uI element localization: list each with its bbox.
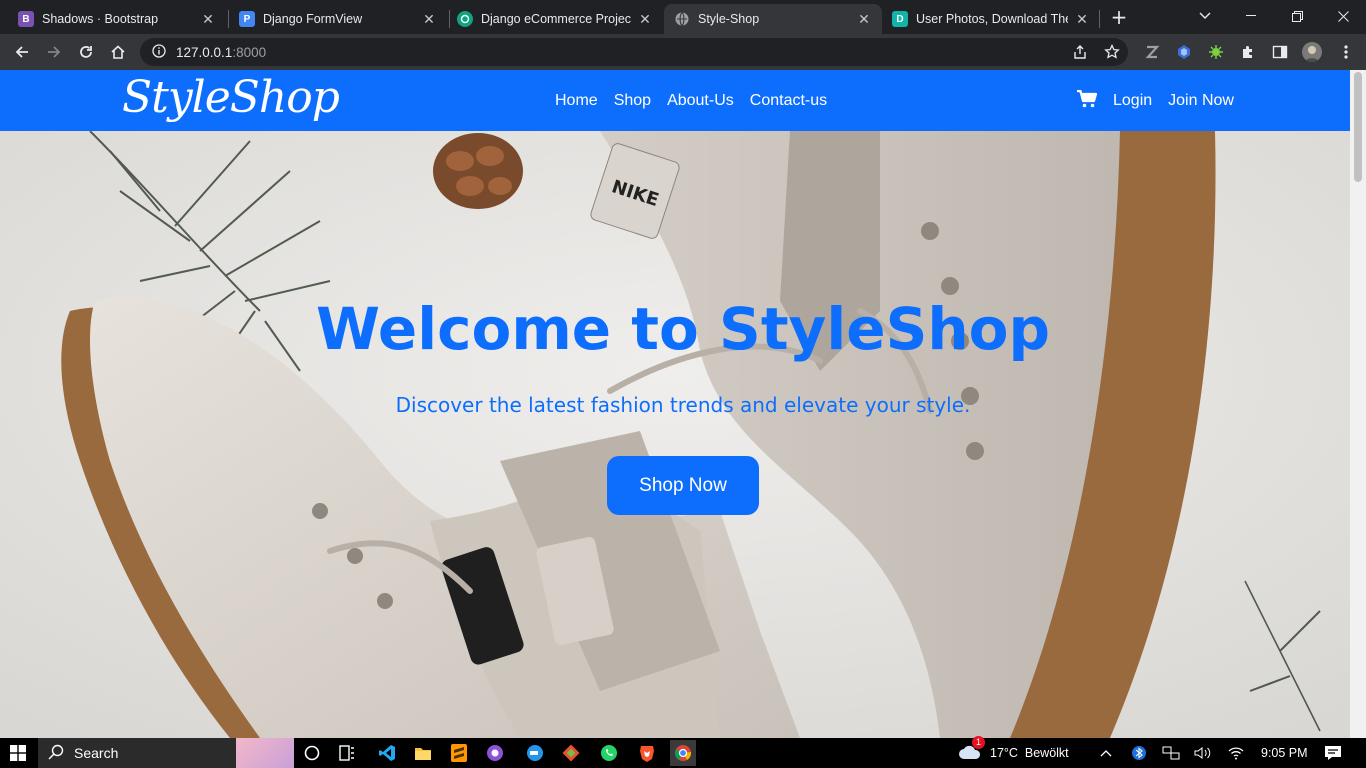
- nav-link-shop[interactable]: Shop: [614, 92, 651, 110]
- forward-arrow-icon[interactable]: [40, 38, 68, 66]
- page-scrollbar[interactable]: [1350, 70, 1366, 738]
- back-arrow-icon[interactable]: [8, 38, 36, 66]
- globe-favicon-icon: [674, 11, 690, 27]
- tab-title: Django eCommerce Project: [481, 12, 631, 26]
- share-icon[interactable]: [1066, 38, 1094, 66]
- close-tab-icon[interactable]: ✕: [200, 11, 216, 27]
- browser-tab[interactable]: Django eCommerce Project ✕: [447, 4, 663, 34]
- vscode-icon[interactable]: [374, 740, 400, 766]
- bootstrap-favicon-icon: B: [18, 11, 34, 27]
- hero-section: NIKE Welcome to StyleShop Discover the l…: [0, 131, 1350, 738]
- scrollbar-thumb[interactable]: [1354, 72, 1362, 182]
- weather-alert-badge: 1: [972, 735, 985, 749]
- close-window-icon[interactable]: [1320, 0, 1366, 32]
- volume-icon[interactable]: [1194, 738, 1212, 768]
- vpn-extension-icon[interactable]: [1174, 42, 1194, 62]
- search-label: Search: [74, 745, 119, 761]
- new-tab-icon[interactable]: +: [1108, 6, 1130, 28]
- side-panel-icon[interactable]: [1270, 42, 1290, 62]
- close-tab-icon[interactable]: ✕: [856, 11, 872, 27]
- page-viewport: NIKE Welcome to StyleShop Discover the l…: [0, 70, 1366, 738]
- sublime-text-icon[interactable]: [446, 740, 472, 766]
- clock[interactable]: 9:05 PM: [1261, 738, 1308, 768]
- minimize-window-icon[interactable]: [1228, 0, 1274, 32]
- windows-start-icon[interactable]: [0, 738, 36, 768]
- url-text: 127.0.0.1:8000: [176, 45, 266, 60]
- brave-icon[interactable]: [634, 740, 660, 766]
- nav-link-contact[interactable]: Contact-us: [750, 92, 827, 110]
- hero-subtitle: Discover the latest fashion trends and e…: [395, 393, 971, 417]
- browser-menu-icon[interactable]: [1336, 42, 1356, 62]
- login-link[interactable]: Login: [1113, 92, 1152, 110]
- notifications-icon[interactable]: [1324, 738, 1342, 768]
- show-hidden-icons-chevron-icon[interactable]: [1100, 738, 1112, 768]
- whatsapp-icon[interactable]: [596, 740, 622, 766]
- browser-tab-active[interactable]: Style-Shop ✕: [664, 4, 882, 34]
- weather-text: 17°C Bewölkt: [990, 746, 1069, 760]
- chatgpt-favicon-icon: [457, 11, 473, 27]
- bug-extension-icon[interactable]: [1206, 42, 1226, 62]
- task-view-icon[interactable]: [299, 740, 325, 766]
- tab-title: Style-Shop: [698, 12, 760, 26]
- page-favicon-icon: P: [239, 11, 255, 27]
- chrome-icon[interactable]: [670, 740, 696, 766]
- restore-window-icon[interactable]: [1274, 0, 1320, 32]
- site-info-icon[interactable]: [152, 43, 166, 62]
- search-icon: [48, 744, 64, 763]
- home-icon[interactable]: [104, 38, 132, 66]
- browser-tab[interactable]: D User Photos, Download The ✕: [882, 4, 1100, 34]
- close-tab-icon[interactable]: ✕: [1074, 11, 1090, 27]
- extensions-puzzle-icon[interactable]: [1238, 42, 1258, 62]
- nav-links: Home Shop About-Us Contact-us: [555, 70, 827, 131]
- wifi-icon[interactable]: [1228, 738, 1244, 768]
- network-devices-icon[interactable]: [1162, 738, 1180, 768]
- windows-taskbar: Search 1 17°C Bewölkt 9:05 PM: [0, 735, 1366, 768]
- zotero-extension-icon[interactable]: [1142, 42, 1162, 62]
- widgets-icon[interactable]: [334, 740, 360, 766]
- shop-now-button[interactable]: Shop Now: [607, 456, 759, 515]
- url-port: :8000: [232, 44, 267, 60]
- tab-separator: [1099, 10, 1100, 28]
- github-desktop-icon[interactable]: [482, 740, 508, 766]
- search-highlight-image: [236, 738, 294, 768]
- browser-tab[interactable]: B Shadows · Bootstrap ✕: [8, 4, 226, 34]
- tab-title: Django FormView: [263, 12, 363, 26]
- browser-tab[interactable]: P Django FormView ✕: [229, 4, 447, 34]
- download-favicon-icon: D: [892, 11, 908, 27]
- close-tab-icon[interactable]: ✕: [421, 11, 437, 27]
- browser-tab-strip: B Shadows · Bootstrap ✕ P Django FormVie…: [0, 0, 1366, 34]
- bookmark-star-icon[interactable]: [1098, 38, 1126, 66]
- git-gui-icon[interactable]: [558, 740, 584, 766]
- taskbar-search[interactable]: Search: [38, 738, 294, 768]
- nav-account-area: Login Join Now: [1077, 70, 1234, 131]
- reload-icon[interactable]: [72, 38, 100, 66]
- address-bar[interactable]: 127.0.0.1:8000: [140, 38, 1128, 66]
- bluetooth-icon[interactable]: [1132, 738, 1146, 768]
- profile-avatar[interactable]: [1302, 42, 1322, 62]
- docker-icon[interactable]: [522, 740, 548, 766]
- cart-icon[interactable]: [1077, 89, 1098, 112]
- cloud-icon: 1: [958, 735, 985, 763]
- browser-toolbar: 127.0.0.1:8000: [0, 34, 1366, 70]
- join-now-link[interactable]: Join Now: [1168, 92, 1234, 110]
- hero-title: Welcome to StyleShop: [315, 295, 1051, 363]
- weather-widget[interactable]: 1 17°C Bewölkt: [958, 735, 1069, 768]
- tab-title: Shadows · Bootstrap: [42, 12, 159, 26]
- close-tab-icon[interactable]: ✕: [637, 11, 653, 27]
- site-navbar: StyleShop Home Shop About-Us Contact-us …: [0, 70, 1350, 131]
- tab-search-chevron-icon[interactable]: [1182, 0, 1228, 32]
- nav-link-home[interactable]: Home: [555, 92, 598, 110]
- url-host: 127.0.0.1: [176, 44, 233, 60]
- hero-background-image: NIKE: [0, 131, 1350, 738]
- brand-logo[interactable]: StyleShop: [122, 72, 340, 123]
- tab-title: User Photos, Download The: [916, 12, 1068, 26]
- file-explorer-icon[interactable]: [410, 740, 436, 766]
- nav-link-about[interactable]: About-Us: [667, 92, 734, 110]
